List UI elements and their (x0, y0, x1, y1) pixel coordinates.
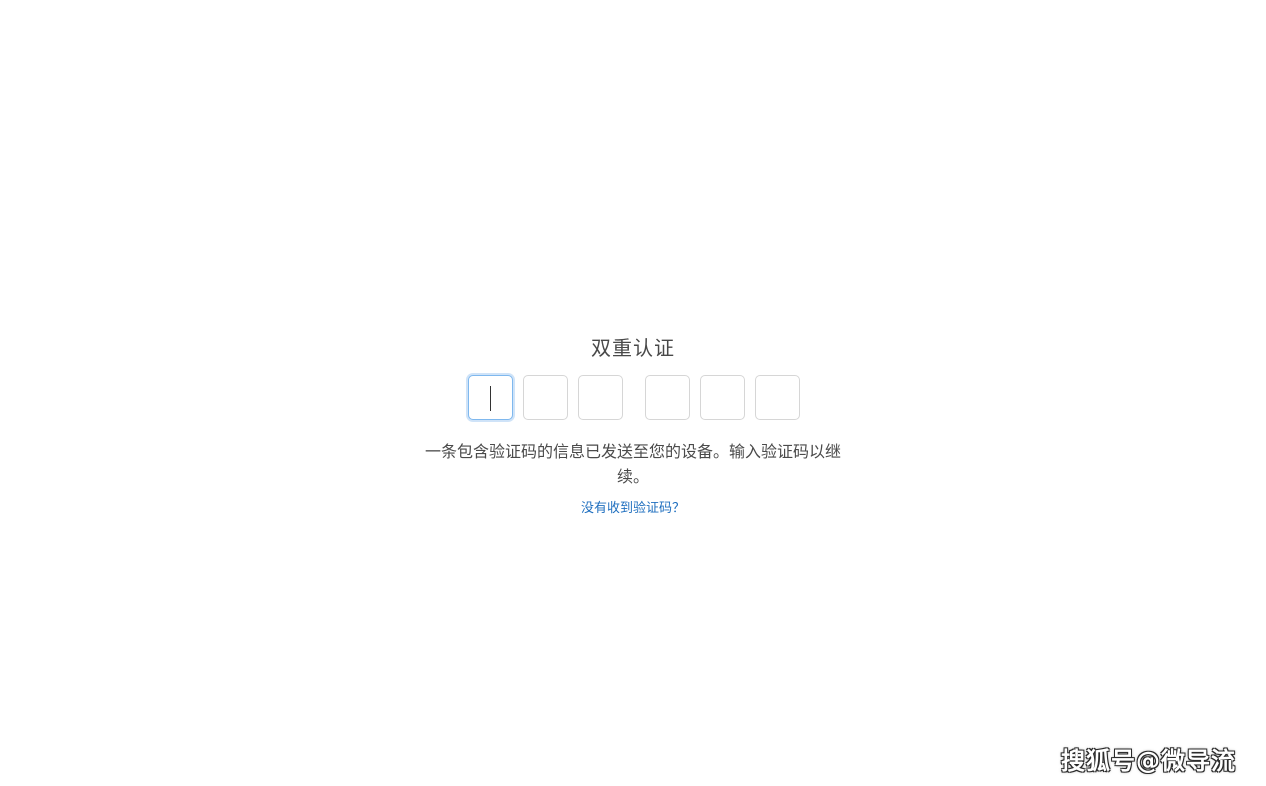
code-digit-5[interactable] (699, 375, 745, 420)
verification-code-input (467, 375, 800, 420)
code-digit-3[interactable] (577, 375, 623, 420)
instruction-message: 一条包含验证码的信息已发送至您的设备。输入验证码以继续。 (424, 442, 841, 486)
page-title: 双重认证 (591, 336, 675, 360)
code-digit-2[interactable] (522, 375, 568, 420)
text-caret (489, 386, 491, 411)
two-factor-auth-panel: 双重认证 一条包含验证码的信息已发送至您的设备。输入验证码以继续。 没有收到验证… (0, 334, 1266, 519)
code-digit-1[interactable] (467, 375, 513, 420)
page: 双重认证 一条包含验证码的信息已发送至您的设备。输入验证码以继续。 没有收到验证… (0, 0, 1266, 786)
code-group-2 (644, 375, 800, 420)
code-digit-6[interactable] (754, 375, 800, 420)
code-group-1 (467, 375, 623, 420)
code-digit-4[interactable] (644, 375, 690, 420)
watermark: 搜狐号@微导流 (1061, 747, 1236, 775)
no-code-received-link[interactable]: 没有收到验证码？ (581, 499, 685, 519)
